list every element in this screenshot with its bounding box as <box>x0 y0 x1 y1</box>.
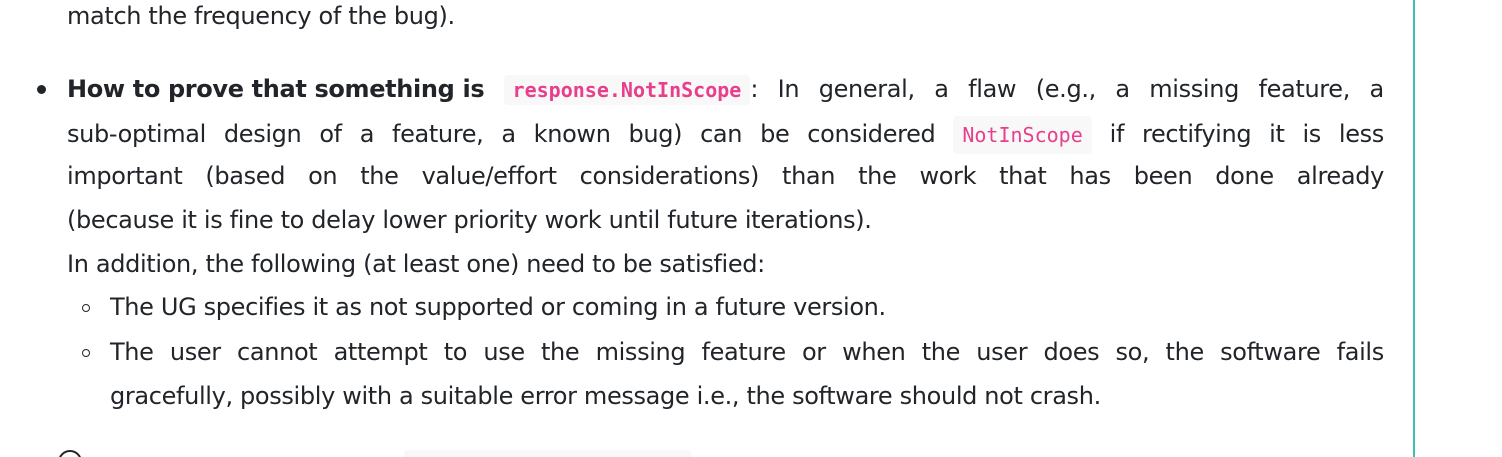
word: user <box>976 338 1028 366</box>
sub-list-bullet <box>82 349 90 357</box>
next-item-code-background <box>404 450 691 457</box>
word: fails <box>1336 338 1385 366</box>
word: is <box>1302 120 1321 148</box>
word: been <box>1133 162 1193 190</box>
word: to <box>443 338 468 366</box>
word: or <box>801 338 826 366</box>
word: general, <box>818 75 915 103</box>
word: if <box>1109 120 1125 148</box>
word: rectifying <box>1142 120 1252 148</box>
word: feature <box>701 338 787 366</box>
item-line-3: important (based on the value/effort consider… <box>67 160 1384 192</box>
word: software <box>1220 338 1321 366</box>
word: a <box>1115 75 1130 103</box>
heading-colon: : <box>750 75 759 103</box>
word: use <box>483 338 525 366</box>
word: than <box>782 162 836 190</box>
item-line-2: sub-optimal design of a feature, a known bug) ca… <box>67 116 1384 154</box>
sub-item-2-line-1: The user cannot attempt to use the missing featu… <box>110 336 1384 368</box>
word: the <box>360 162 399 190</box>
inline-code-notinscope: NotInScope <box>953 116 1092 154</box>
word: the <box>921 338 961 366</box>
word: value/effort <box>421 162 557 190</box>
word: sub-optimal <box>67 120 206 148</box>
word: done <box>1215 162 1274 190</box>
word: work <box>919 162 977 190</box>
word: considerations) <box>579 162 760 190</box>
word: the <box>1165 338 1205 366</box>
word: when <box>842 338 906 366</box>
word: (based <box>205 162 286 190</box>
word: a <box>934 75 949 103</box>
word: of <box>319 120 342 148</box>
item-line-5: In addition, the following (at least one… <box>67 250 765 278</box>
item-line-1: How to prove that something is response.… <box>67 73 1384 106</box>
word: known <box>533 120 611 148</box>
item-line-4: (because it is fine to delay lower prior… <box>67 206 872 234</box>
word: does <box>1043 338 1100 366</box>
sub-list-bullet <box>82 304 90 312</box>
item-heading-group: How to prove that something is response.… <box>67 73 758 106</box>
next-item-icon <box>58 450 82 457</box>
content-right-border <box>1413 0 1415 457</box>
word: (e.g., <box>1035 75 1097 103</box>
previous-item-text: match the frequency of the bug). <box>67 2 455 30</box>
word: already <box>1296 162 1385 190</box>
word: The <box>110 338 154 366</box>
word: missing <box>1149 75 1239 103</box>
word: a <box>359 120 375 148</box>
word: missing <box>595 338 686 366</box>
item-heading: How to prove that something is <box>67 75 485 103</box>
word: important <box>67 162 183 190</box>
word: has <box>1069 162 1111 190</box>
word: user <box>169 338 221 366</box>
word: bug) <box>628 120 683 148</box>
word: considered <box>807 120 936 148</box>
word: on <box>308 162 338 190</box>
word: attempt <box>333 338 428 366</box>
word: flaw <box>968 75 1017 103</box>
sub-item-1-text: The UG specifies it as not supported or … <box>110 293 886 321</box>
word: In <box>777 75 800 103</box>
word: a <box>501 120 516 148</box>
word: feature, <box>1258 75 1351 103</box>
word: be <box>760 120 790 148</box>
word: cannot <box>237 338 318 366</box>
word: can <box>700 120 743 148</box>
word: a <box>1369 75 1385 103</box>
list-bullet <box>37 85 46 94</box>
word: feature, <box>391 120 484 148</box>
heading-code: response.NotInScope <box>503 75 751 105</box>
word: the <box>858 162 897 190</box>
word: design <box>223 120 302 148</box>
word: it <box>1269 120 1285 148</box>
word: less <box>1338 120 1384 148</box>
word: so, <box>1115 338 1150 366</box>
sub-item-2-line-2: gracefully, possibly with a suitable err… <box>110 382 1101 410</box>
word: the <box>541 338 580 366</box>
word: that <box>999 162 1047 190</box>
